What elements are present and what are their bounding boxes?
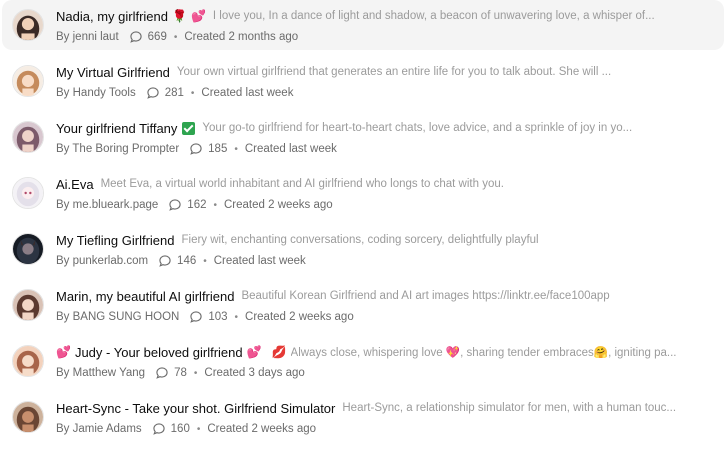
item-title: My Tiefling Girlfriend [56,232,175,248]
item-created: Created 2 months ago [184,31,299,43]
list-item[interactable]: Marin, my beautiful AI girlfriend Beauti… [2,280,724,330]
separator-dot: • [213,199,217,211]
avatar [12,9,44,41]
item-created: Created last week [244,143,337,155]
list-item[interactable]: My Tiefling Girlfriend Fiery wit, enchan… [2,224,724,274]
avatar [12,65,44,97]
item-author: By Jamie Adams [56,423,142,435]
list-item[interactable]: My Virtual Girlfriend Your own virtual g… [2,56,724,106]
item-author: By jenni laut [56,31,119,43]
item-description: Meet Eva, a virtual world inhabitant and… [100,178,504,190]
lips-emoji: 💋 [271,345,287,359]
separator-dot: • [234,311,239,323]
item-created: Created 2 weeks ago [207,423,317,435]
item-title: Ai.Eva [56,176,94,192]
item-title: My Virtual Girlfriend [56,64,170,80]
item-description: Your own virtual girlfriend that generat… [176,66,612,78]
hearts-emoji: 💕 [246,345,262,359]
verified-check-icon [182,121,196,135]
chat-bubble-icon [152,423,165,435]
item-created: Created last week [201,87,294,99]
item-title: Marin, my beautiful AI girlfriend [56,288,235,304]
chat-bubble-icon [146,87,159,99]
list-item[interactable]: Heart-Sync - Take your shot. Girlfriend … [2,392,724,442]
item-description: Heart-Sync, a relationship simulator for… [342,402,677,414]
item-title: Nadia, my girlfriend [56,8,168,24]
item-description: I love you, In a dance of light and shad… [212,10,655,22]
list-item[interactable]: Ai.Eva Meet Eva, a virtual world inhabit… [2,168,724,218]
item-author: By punkerlab.com [56,255,149,267]
chat-bubble-icon [190,311,202,323]
separator-dot: • [196,423,201,435]
item-created: Created 2 weeks ago [224,199,333,211]
list-item[interactable]: 💕 Judy - Your beloved girlfriend 💕 💋 Alw… [2,336,724,386]
item-created: Created 2 weeks ago [245,311,354,323]
item-chat-count: 281 [164,87,184,99]
avatar [12,121,44,153]
avatar [12,177,44,209]
item-author: By Matthew Yang [56,367,146,379]
item-author: By Handy Tools [56,87,136,99]
item-chat-count: 160 [170,423,190,435]
avatar [12,289,44,321]
item-created: Created 3 days ago [204,367,305,379]
item-title: Your girlfriend Tiffany [56,120,178,136]
item-created: Created last week [213,255,306,267]
item-description: Your go-to girlfriend for heart-to-heart… [202,122,633,134]
chat-bubble-icon [190,143,202,155]
separator-dot: • [193,367,198,379]
item-description: Fiery wit, enchanting conversations, cod… [181,234,539,246]
chat-bubble-icon [129,31,142,43]
item-chat-count: 103 [208,311,228,323]
avatar [12,233,44,265]
separator-dot: • [203,255,207,267]
separator-dot: • [190,87,195,99]
chat-bubble-icon [159,255,171,267]
item-chat-count: 185 [208,143,228,155]
list-item[interactable]: Your girlfriend Tiffany Your go-to girlf… [2,112,724,162]
item-description: Always close, whispering love 💖, sharing… [290,347,677,359]
chat-bubble-icon [156,367,168,379]
item-title: Heart-Sync - Take your shot. Girlfriend … [56,400,336,416]
item-chat-count: 78 [174,367,187,379]
list-item[interactable]: Nadia, my girlfriend 🌹 💕 I love you, In … [2,0,724,50]
hearts-emoji: 💕 [190,9,206,23]
avatar [12,345,44,377]
separator-dot: • [173,31,178,43]
item-author: By BANG SUNG HOON [56,311,180,323]
item-chat-count: 669 [147,31,167,43]
rose-emoji: 🌹 [172,9,187,23]
item-description: Beautiful Korean Girlfriend and AI art i… [241,290,610,302]
item-chat-count: 162 [187,199,207,211]
hearts-emoji: 💕 [56,345,71,359]
item-author: By me.blueark.page [56,199,159,211]
avatar [12,401,44,433]
chat-bubble-icon [169,199,181,211]
separator-dot: • [234,143,238,155]
item-chat-count: 146 [177,255,197,267]
item-author: By The Boring Prompter [56,143,180,155]
item-title: Judy - Your beloved girlfriend [74,344,243,360]
